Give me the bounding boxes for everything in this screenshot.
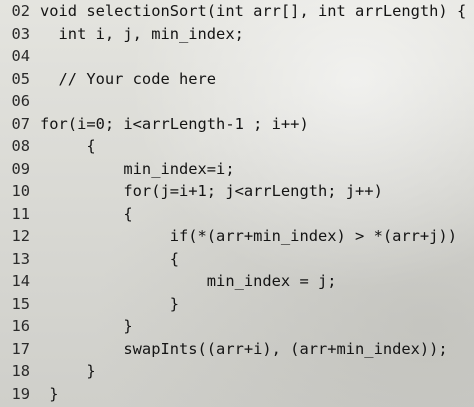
code-text[interactable]: min_index=i; — [40, 158, 234, 181]
line-number: 05 — [11, 69, 30, 88]
line-number: 13 — [11, 249, 30, 268]
code-text[interactable]: void selectionSort(int arr[], int arrLen… — [40, 0, 466, 23]
code-editor[interactable]: 02 void selectionSort(int arr[], int arrL… — [0, 0, 474, 407]
code-line: 05 // Your code here — [0, 68, 474, 91]
line-number: 04 — [11, 47, 30, 65]
code-line: 15 } — [0, 293, 474, 316]
line-number: 11 — [11, 204, 30, 223]
code-line: 14 min_index = j; — [0, 270, 474, 293]
line-number: 03 — [11, 24, 30, 43]
code-line: 18 } — [0, 360, 474, 383]
code-text[interactable]: min_index = j; — [40, 270, 337, 293]
code-text[interactable]: swapInts((arr+i), (arr+min_index)); — [40, 338, 447, 361]
line-number: 19 — [11, 384, 30, 403]
code-text[interactable]: { — [40, 135, 95, 158]
code-line: 19 } — [0, 383, 474, 406]
code-text[interactable]: { — [40, 203, 132, 226]
line-number: 16 — [11, 317, 30, 335]
code-text[interactable]: if(*(arr+min_index) > *(arr+j)) — [40, 225, 457, 248]
line-number: 02 — [11, 2, 30, 20]
code-line: 06 — [0, 90, 474, 113]
line-number: 18 — [11, 362, 30, 380]
code-line: 13 { — [0, 248, 474, 271]
line-number: 12 — [11, 227, 30, 245]
line-number: 14 — [11, 272, 30, 290]
code-line: 04 — [0, 45, 474, 68]
code-text[interactable]: } — [40, 383, 58, 406]
line-number: 07 — [11, 114, 30, 133]
line-number: 09 — [11, 159, 30, 178]
code-line: 07 for(i=0; i<arrLength-1 ; i++) — [0, 113, 474, 136]
code-line: 08 { — [0, 135, 474, 158]
code-text[interactable]: int i, j, min_index; — [40, 23, 244, 46]
code-text[interactable]: for(i=0; i<arrLength-1 ; i++) — [40, 113, 309, 136]
code-text[interactable]: // Your code here — [40, 68, 217, 91]
code-text[interactable]: } — [40, 315, 132, 338]
code-line: 03 int i, j, min_index; — [0, 23, 474, 46]
line-number: 17 — [11, 339, 30, 358]
code-line: 12 if(*(arr+min_index) > *(arr+j)) — [0, 225, 474, 248]
code-line: 11 { — [0, 203, 474, 226]
line-number: 10 — [11, 182, 30, 200]
line-number: 15 — [11, 294, 30, 313]
code-text[interactable]: for(j=i+1; j<arrLength; j++) — [40, 180, 382, 203]
line-number: 08 — [11, 137, 30, 155]
code-line: 10 for(j=i+1; j<arrLength; j++) — [0, 180, 474, 203]
code-line: 02 void selectionSort(int arr[], int arrL… — [0, 0, 474, 23]
code-text[interactable]: } — [40, 293, 179, 316]
code-line: 09 min_index=i; — [0, 158, 474, 181]
code-text[interactable]: { — [40, 248, 179, 271]
code-text[interactable]: } — [40, 360, 95, 383]
code-line: 16 } — [0, 315, 474, 338]
line-number: 06 — [11, 92, 30, 110]
code-line: 17 swapInts((arr+i), (arr+min_index)); — [0, 338, 474, 361]
